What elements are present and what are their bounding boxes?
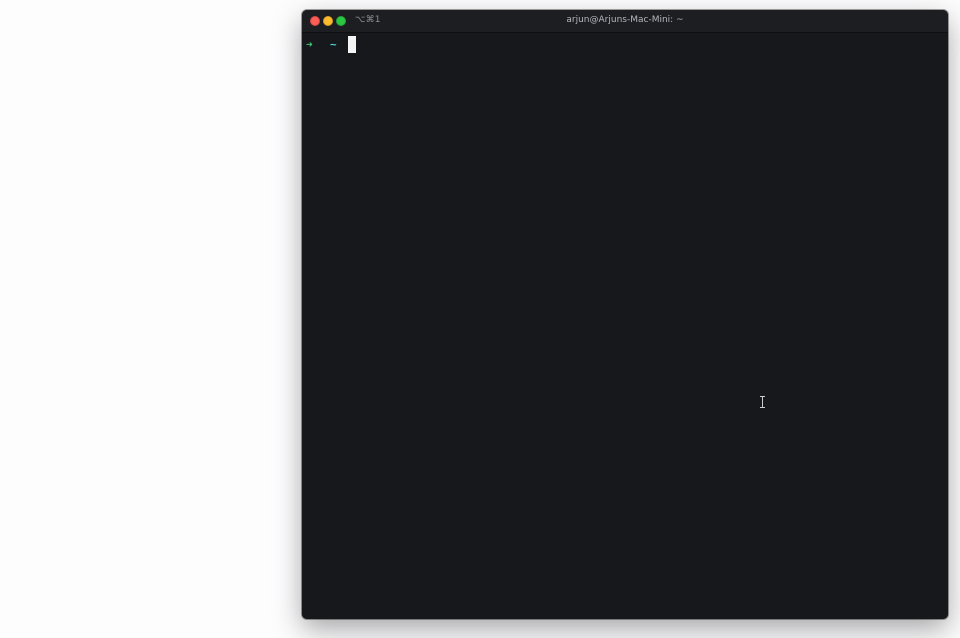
text-cursor-icon <box>760 396 766 408</box>
prompt-line[interactable]: ➜ ~ <box>306 35 356 53</box>
terminal-area[interactable]: ➜ ~ <box>302 33 948 619</box>
desktop: ⌥⌘1 arjun@Arjuns-Mac-Mini: ~ ➜ ~ <box>0 0 960 638</box>
block-cursor <box>348 35 356 53</box>
title-bar[interactable]: ⌥⌘1 arjun@Arjuns-Mac-Mini: ~ <box>302 10 948 33</box>
window-title: arjun@Arjuns-Mac-Mini: ~ <box>566 15 684 25</box>
terminal-window[interactable]: ⌥⌘1 arjun@Arjuns-Mac-Mini: ~ ➜ ~ <box>302 10 948 619</box>
prompt-arrow-icon: ➜ <box>306 37 313 51</box>
prompt-directory: ~ <box>330 37 337 51</box>
